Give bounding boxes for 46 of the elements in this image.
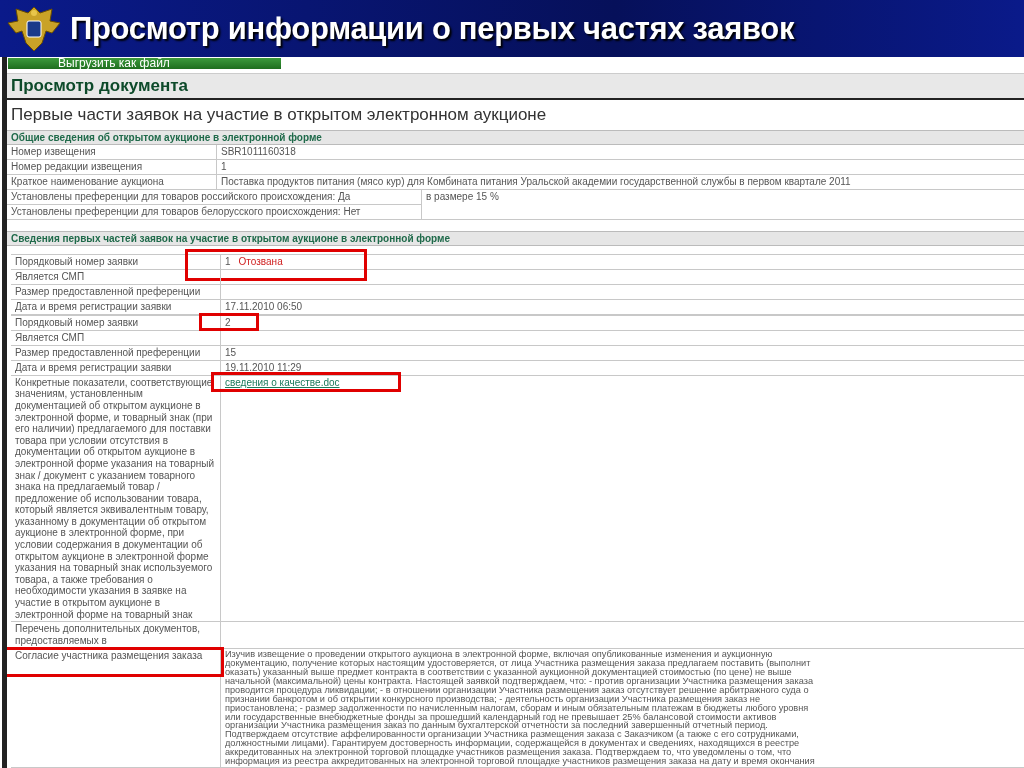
page-heading: Просмотр документа	[7, 73, 1024, 100]
consent-text-line: должностными лицами). Гарантируем достоверность информации, содержащейся в документах и сведениях, находящихся в реестре	[225, 739, 801, 749]
field-value: 17.11.2010 06:50	[225, 300, 303, 312]
field-value: 1	[220, 160, 228, 174]
section-heading: Сведения первых частей заявок на участие в открытом аукционе в электронной форме	[7, 230, 1024, 246]
field-value: Поставка продуктов питания (мясо кур) для Комбината питания Уральской академии государственной службы в первом квартале 2011	[220, 175, 852, 189]
document-title: Первые части заявок на участие в открытом электронном аукционе	[10, 104, 548, 126]
consent-text-line: организации Участника размещения заказ по данным бухгалтерской отчетности за последний завершенный отчетный период.	[225, 721, 769, 731]
consent-text-line: информация из реестра аккредитованных на электронной торговой площадке участников размещения заказа на дату и время окончания	[225, 757, 816, 766]
consent-text-line: Подтверждаем отсутствие аффелированности организации Участника размещения заказа с Заказчиком (а также с его сотрудниками,	[225, 730, 800, 740]
field-label: Установлены преференции для товаров белорусского происхождения: Нет	[7, 204, 421, 219]
field-label: Дата и время регистрации заявки	[15, 361, 172, 373]
section-heading: Общие сведения об открытом аукционе в электронной форме	[7, 130, 1024, 145]
field-label: Дата и время регистрации заявки	[15, 300, 172, 312]
field-label: Согласие участника размещения заказа	[15, 650, 203, 662]
field-value: 19.11.2010 11:29	[225, 361, 302, 373]
consent-text-line: начальной (максимальной) цены контракта. Настоящей заявкой подтверждаем, что: - против организации Участника размещения заказа	[225, 676, 814, 686]
field-label: Размер предоставленной преференции	[15, 285, 201, 297]
field-label: Установлены преференции для товаров российского происхождения: Да	[10, 190, 352, 204]
field-label: Краткое наименование аукциона	[7, 175, 217, 189]
consent-text-line: или государственные внебюджетные фонды за прошедший календарный год не превышает 25% балансовой стоимости активов	[225, 712, 778, 722]
field-label: Размер предоставленной преференции	[15, 346, 201, 358]
field-label: Перечень дополнительных документов, предоставляемых в	[15, 623, 200, 647]
consent-text-line: Изучив извещение о проведении открытого аукциона в электронной форме, включая опубликованные изменения и аукционную	[225, 650, 773, 660]
consent-text-line: признании банкротом и об открытии конкурсного производства; - деятельность организации Участника размещения заказ не	[225, 694, 761, 704]
document-link[interactable]: сведения о качестве.doc	[225, 376, 340, 388]
consent-text-line: проводится процедура ликвидации; - в отношении организации Участника размещения заказ отсутствует решение арбитражного суда о	[225, 685, 810, 695]
field-label: Номер извещения	[7, 145, 217, 159]
field-label: Порядковый номер заявки	[15, 316, 139, 328]
field-label: Является СМП	[15, 270, 85, 282]
export-file-button[interactable]: Выгрузить как файл	[8, 58, 281, 69]
field-value: в размере 15 %	[425, 190, 500, 204]
field-value: 2	[225, 316, 231, 328]
consent-text-line: аккредитованных на электронной торговой площадке участников размещения заказа. Подтверждаем то, что уведомлены о том, что	[225, 748, 792, 758]
field-value: 15	[225, 346, 237, 358]
field-label: Номер редакции извещения	[7, 160, 217, 174]
field-value: 1	[225, 255, 231, 267]
consent-text-line: приостановлена; - размер задолженности по начисленным налогам, сборам и иным обязательным платежам в бюджеты любого уровня	[225, 703, 810, 713]
field-value: SBR1011160318	[220, 145, 297, 159]
field-label: Является СМП	[15, 331, 85, 343]
consent-text-line: документацию, получение которых настоящим удостоверяется, от лица Участника размещения заказа предлагаем поставить (выполнит	[225, 659, 812, 669]
status-text: Отозвана	[238, 255, 283, 267]
consent-text-line: оказать) указанный выше предмет контракта в соответствии с указанной аукционной документацией стоимостью (по цене) не выше	[225, 668, 792, 677]
field-label: Порядковый номер заявки	[15, 255, 139, 267]
field-label: Конкретные показатели, соответствующие значениям, установленным документацией об открытом аукционе в электронной форме, и товарный знак (при его наличии) предлагаемого для поставки товара при условии отсутствия в документации об открытом аукционе в электронной форме указания на товарный знак / документ с указанием товарного знака на предлагаемый товар / предложение об использовании товара, который является эквивалентным товару, указанному в документации об открытом аукционе в электронной форме, при условии содержания в документации об открытом аукционе в электронной форме указания на товарный знак используемого товара, а также требования о необходимости указания в заявке на участие в открытом аукционе в электронной форме на товарный знак	[15, 376, 214, 620]
slide-title: Просмотр информации о первых частях заявок	[70, 10, 795, 47]
